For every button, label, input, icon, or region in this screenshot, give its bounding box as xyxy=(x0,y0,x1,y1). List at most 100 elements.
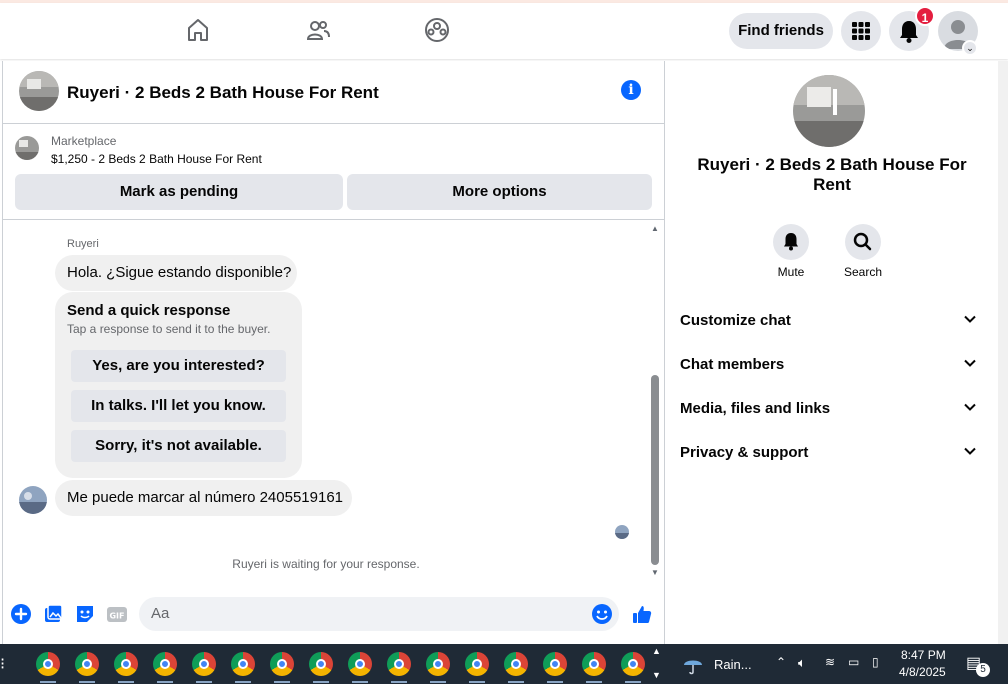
app-running-indicator xyxy=(625,681,641,683)
friends-icon[interactable] xyxy=(305,17,331,43)
more-options-button[interactable]: More options xyxy=(347,174,652,210)
chrome-app-icon[interactable] xyxy=(543,652,567,676)
taskbar-notification-count: 5 xyxy=(976,663,990,677)
gif-icon[interactable]: GIF xyxy=(106,603,128,625)
chrome-app-icon[interactable] xyxy=(348,652,372,676)
home-icon[interactable] xyxy=(185,17,211,43)
groups-icon[interactable] xyxy=(424,17,450,43)
battery-icon[interactable]: ▭ xyxy=(848,655,859,669)
photo-icon[interactable] xyxy=(42,603,64,625)
chrome-app-icon[interactable] xyxy=(270,652,294,676)
listing-price[interactable]: $1,250 - 2 Beds 2 Bath House For Rent xyxy=(51,152,262,166)
chrome-app-icon[interactable] xyxy=(231,652,255,676)
chrome-app-icon[interactable] xyxy=(582,652,606,676)
chrome-app-icon[interactable] xyxy=(621,652,645,676)
chevron-down-icon xyxy=(964,359,976,367)
chrome-app-icon[interactable] xyxy=(309,652,333,676)
emoji-icon[interactable] xyxy=(591,603,613,625)
chevron-down-icon[interactable]: ⌄ xyxy=(962,40,978,56)
listing-small-thumbnail[interactable] xyxy=(15,136,39,160)
app-running-indicator xyxy=(547,681,563,683)
app-running-indicator xyxy=(313,681,329,683)
chrome-app-icon[interactable] xyxy=(153,652,177,676)
message-composer: GIF Aa xyxy=(3,591,665,641)
chrome-app-icon[interactable] xyxy=(192,652,216,676)
chrome-app-icon[interactable] xyxy=(465,652,489,676)
chrome-app-icon[interactable] xyxy=(387,652,411,676)
grid-menu-icon xyxy=(852,22,870,40)
task-view-icon[interactable]: ⁝ xyxy=(0,654,5,674)
app-running-indicator xyxy=(391,681,407,683)
find-friends-button[interactable]: Find friends xyxy=(729,13,833,49)
clock-time[interactable]: 8:47 PM xyxy=(901,648,946,662)
chrome-app-icon[interactable] xyxy=(36,652,60,676)
message-input[interactable]: Aa xyxy=(139,597,619,631)
message-bubble[interactable]: Me puede marcar al número 2405519161 xyxy=(55,480,352,516)
chrome-app-icon[interactable] xyxy=(114,652,138,676)
chevron-down-icon xyxy=(964,315,976,323)
marketplace-label: Marketplace xyxy=(51,134,117,148)
chevron-down-icon xyxy=(964,447,976,455)
details-title: Ruyeri · 2 Beds 2 Bath House For Rent xyxy=(697,155,967,194)
window-scrollbar[interactable] xyxy=(998,61,1008,644)
wifi-icon[interactable]: ≋ xyxy=(825,655,835,669)
top-nav: Find friends 1 ⌄ xyxy=(0,3,1008,59)
menu-button[interactable] xyxy=(841,11,881,51)
privacy-support-row[interactable]: Privacy & support xyxy=(665,431,999,475)
info-icon[interactable]: i xyxy=(621,80,641,100)
mute-button[interactable] xyxy=(773,224,809,260)
app-running-indicator xyxy=(430,681,446,683)
quick-response-option[interactable]: Yes, are you interested? xyxy=(71,350,286,382)
quick-response-option[interactable]: In talks. I'll let you know. xyxy=(71,390,286,422)
chevron-up-icon[interactable]: ⌃ xyxy=(776,655,786,669)
section-label: Customize chat xyxy=(680,312,791,329)
chat-details-panel: Ruyeri · 2 Beds 2 Bath House For Rent Mu… xyxy=(664,61,998,644)
customize-chat-row[interactable]: Customize chat xyxy=(665,299,999,343)
scroll-thumb[interactable] xyxy=(651,375,659,565)
listing-thumbnail[interactable] xyxy=(19,71,59,111)
sender-avatar[interactable] xyxy=(19,486,47,514)
volume-icon[interactable]: 🔈︎ xyxy=(798,655,806,671)
taskbar-scroll-up[interactable]: ▲ xyxy=(652,646,661,656)
seen-avatar xyxy=(615,525,629,539)
svg-text:GIF: GIF xyxy=(109,612,124,621)
chrome-app-icon[interactable] xyxy=(504,652,528,676)
search-button[interactable] xyxy=(845,224,881,260)
marketplace-banner: Marketplace $1,250 - 2 Beds 2 Bath House… xyxy=(3,124,665,220)
chat-header: Ruyeri · 2 Beds 2 Bath House For Rent i xyxy=(3,61,665,124)
bell-icon xyxy=(784,233,798,251)
chrome-app-icon[interactable] xyxy=(426,652,450,676)
app-running-indicator xyxy=(274,681,290,683)
chat-panel: Ruyeri · 2 Beds 2 Bath House For Rent i … xyxy=(2,61,665,644)
scroll-up-arrow[interactable]: ▲ xyxy=(649,224,661,233)
clock-date[interactable]: 4/8/2025 xyxy=(899,665,946,679)
chat-members-row[interactable]: Chat members xyxy=(665,343,999,387)
app-running-indicator xyxy=(508,681,524,683)
app-running-indicator xyxy=(586,681,602,683)
plus-icon[interactable] xyxy=(10,603,32,625)
app-running-indicator xyxy=(469,681,485,683)
section-label: Privacy & support xyxy=(680,444,809,461)
section-label: Media, files and links xyxy=(680,400,831,417)
app-running-indicator xyxy=(157,681,173,683)
quick-response-option[interactable]: Sorry, it's not available. xyxy=(71,430,286,462)
chat-title[interactable]: Ruyeri · 2 Beds 2 Bath House For Rent xyxy=(67,83,379,103)
chat-scrollbar[interactable]: ▲ ▼ xyxy=(649,224,661,579)
device-icon[interactable]: ▯ xyxy=(872,655,879,669)
mark-pending-button[interactable]: Mark as pending xyxy=(15,174,343,210)
notification-badge: 1 xyxy=(915,6,935,26)
taskbar-scroll-down[interactable]: ▼ xyxy=(652,670,661,680)
sticker-icon[interactable] xyxy=(74,603,96,625)
mute-label: Mute xyxy=(777,265,805,279)
media-files-links-row[interactable]: Media, files and links xyxy=(665,387,999,431)
quick-response-subtitle: Tap a response to send it to the buyer. xyxy=(67,322,271,336)
listing-large-thumbnail[interactable] xyxy=(793,75,865,147)
waiting-status: Ruyeri is waiting for your response. xyxy=(232,557,420,571)
chrome-app-icon[interactable] xyxy=(75,652,99,676)
message-bubble[interactable]: Hola. ¿Sigue estando disponible? xyxy=(55,255,297,291)
weather-text[interactable]: Rain... xyxy=(714,657,752,672)
taskbar: ⁝ ▲ ▼ Rain... ⌃ 🔈︎ ≋ ▭ ▯ 8:47 PM 4/8/202… xyxy=(0,644,1008,684)
quick-response-title: Send a quick response xyxy=(67,302,231,319)
like-icon[interactable] xyxy=(631,603,653,625)
scroll-down-arrow[interactable]: ▼ xyxy=(649,568,661,577)
